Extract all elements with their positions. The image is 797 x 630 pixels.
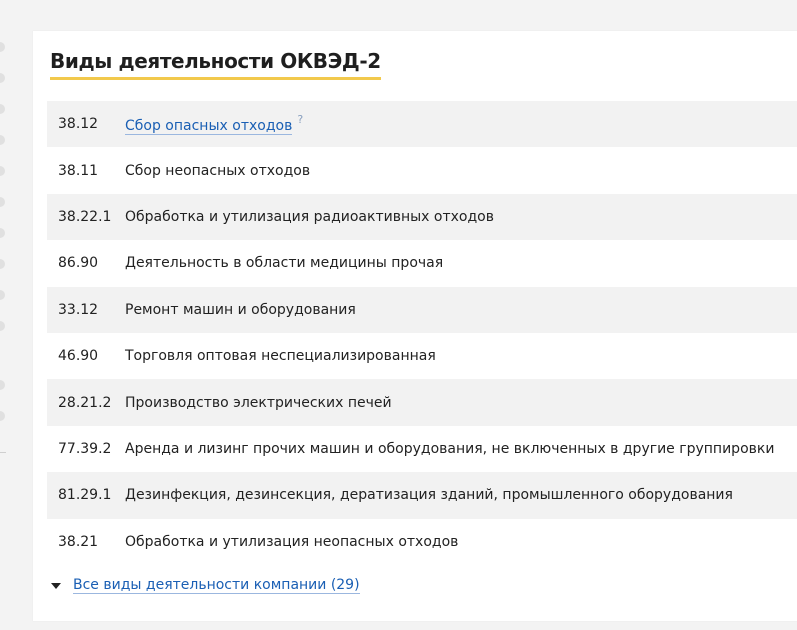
activity-name: Аренда и лизинг прочих машин и оборудова… bbox=[125, 440, 775, 457]
rail-dot bbox=[0, 321, 5, 331]
activity-name: Торговля оптовая неспециализированная bbox=[125, 348, 436, 365]
rail-dot bbox=[0, 380, 5, 390]
activity-name: Дезинфекция, дезинсекция, дератизация зд… bbox=[125, 487, 733, 504]
rail-dot bbox=[0, 197, 5, 207]
rail-divider bbox=[0, 452, 6, 453]
activity-code: 38.11 bbox=[58, 162, 99, 179]
all-activities-toggle[interactable]: Все виды деятельности компании (29) bbox=[51, 577, 360, 594]
activity-row: 38.21 Обработка и утилизация неопасных о… bbox=[47, 519, 797, 565]
rail-dot bbox=[0, 42, 5, 52]
activity-row: 33.12 Ремонт машин и оборудования bbox=[47, 286, 797, 333]
okved-card: Виды деятельности ОКВЭД-2 38.12 Сбор опа… bbox=[33, 31, 797, 621]
activity-code: 81.29.1 bbox=[58, 487, 112, 504]
activity-name-link[interactable]: Сбор опасных отходов bbox=[125, 118, 293, 135]
help-icon[interactable]: ? bbox=[297, 113, 303, 126]
activity-list: 38.12 Сбор опасных отходов ? 38.11 Сбор … bbox=[47, 101, 797, 565]
rail-dot bbox=[0, 290, 5, 300]
activity-row: 38.11 Сбор неопасных отходов bbox=[47, 147, 797, 193]
left-rail bbox=[0, 0, 6, 630]
rail-dot bbox=[0, 411, 5, 421]
activity-code: 33.12 bbox=[58, 301, 99, 318]
activity-name: Обработка и утилизация неопасных отходов bbox=[125, 533, 459, 550]
activity-row: 38.22.1 Обработка и утилизация радиоакти… bbox=[47, 193, 797, 241]
activity-code: 86.90 bbox=[58, 255, 99, 272]
activity-row: 38.12 Сбор опасных отходов ? bbox=[47, 101, 797, 148]
rail-dot bbox=[0, 104, 5, 114]
activity-row: 86.90 Деятельность в области медицины пр… bbox=[47, 240, 797, 286]
caret-down-icon[interactable] bbox=[51, 582, 61, 589]
section-title: Виды деятельности ОКВЭД-2 bbox=[50, 49, 381, 80]
activity-code: 38.12 bbox=[58, 116, 99, 133]
activity-code: 28.21.2 bbox=[58, 394, 112, 411]
rail-dot bbox=[0, 166, 5, 176]
activity-row: 28.21.2 Производство электрических печей bbox=[47, 379, 797, 426]
activity-code: 46.90 bbox=[58, 348, 99, 365]
rail-dot bbox=[0, 73, 5, 83]
rail-dot bbox=[0, 135, 5, 145]
activity-name: Производство электрических печей bbox=[125, 394, 392, 411]
activity-code: 38.21 bbox=[58, 533, 99, 550]
activity-row: 81.29.1 Дезинфекция, дезинсекция, дерати… bbox=[47, 472, 797, 519]
activity-code: 77.39.2 bbox=[58, 440, 112, 457]
activity-code: 38.22.1 bbox=[58, 208, 112, 225]
activity-name: Сбор неопасных отходов bbox=[125, 162, 311, 179]
activity-name: Обработка и утилизация радиоактивных отх… bbox=[125, 208, 494, 225]
rail-dot bbox=[0, 228, 5, 238]
activity-name: Ремонт машин и оборудования bbox=[125, 301, 356, 318]
activity-name: Деятельность в области медицины прочая bbox=[125, 255, 444, 272]
rail-dot bbox=[0, 259, 5, 269]
activity-row: 77.39.2 Аренда и лизинг прочих машин и о… bbox=[47, 426, 797, 472]
all-activities-link[interactable]: Все виды деятельности компании (29) bbox=[73, 577, 360, 594]
activity-row: 46.90 Торговля оптовая неспециализирован… bbox=[47, 333, 797, 379]
